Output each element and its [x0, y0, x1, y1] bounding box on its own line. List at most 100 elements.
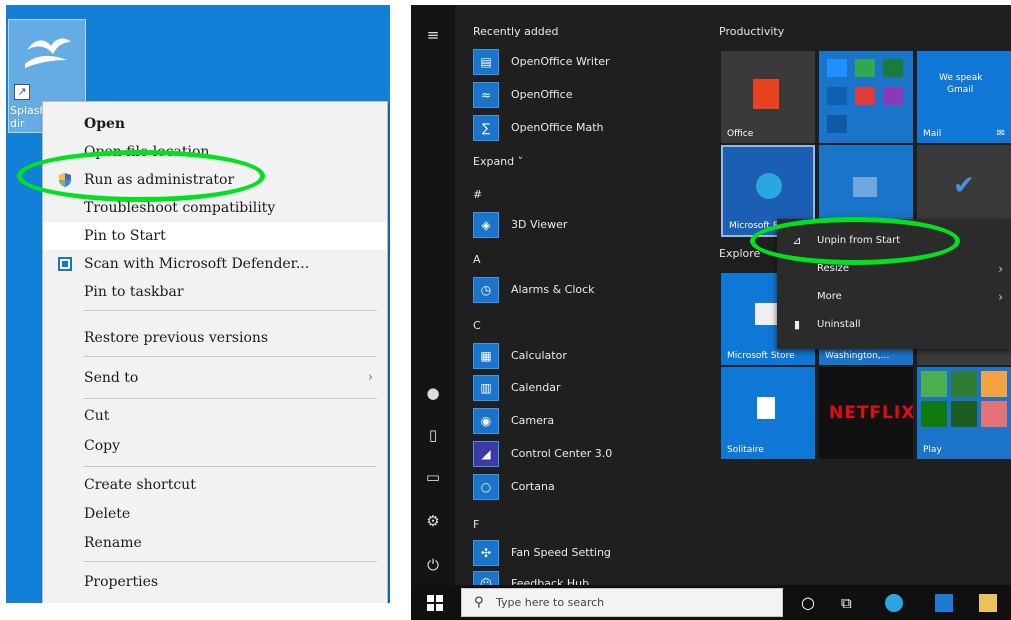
solitaire-card-icon	[757, 397, 775, 419]
calendar-icon: ▥	[473, 375, 499, 401]
app-list-item[interactable]: ◉ Camera	[473, 406, 703, 436]
mail-envelope-icon: ✉	[996, 128, 1005, 139]
app-name: OpenOffice Math	[511, 121, 604, 134]
app-list-item[interactable]: ◈ 3D Viewer	[473, 210, 703, 240]
office-tile[interactable]: Office	[721, 51, 815, 143]
power-icon[interactable]: ⏻	[423, 555, 443, 575]
app-list-item[interactable]: ◢ Control Center 3.0	[473, 439, 703, 469]
documents-icon[interactable]: ▯	[423, 425, 443, 445]
tile-label: Office	[727, 129, 754, 139]
mini-app-icon	[827, 59, 847, 77]
app-list-item[interactable]: ▦ Calculator	[473, 341, 703, 371]
xbox-icon	[921, 401, 947, 427]
menu-item-label: Pin to taskbar	[84, 284, 184, 300]
menu-item-label: Properties	[84, 574, 159, 590]
app-name: Fan Speed Setting	[511, 546, 611, 559]
app-name: 3D Viewer	[511, 218, 568, 231]
cortana-circle-icon[interactable]: ○	[801, 594, 819, 612]
menu-item-send-to[interactable]: Send to ›	[43, 364, 387, 392]
menu-item-label: Copy	[84, 438, 121, 454]
edge-taskbar-icon[interactable]	[885, 594, 903, 612]
menu-item-scan-defender[interactable]: Scan with Microsoft Defender...	[43, 250, 387, 278]
app-name: OpenOffice	[511, 88, 573, 101]
mini-app-icon	[883, 87, 903, 105]
mail-taskbar-icon[interactable]	[935, 594, 953, 612]
menu-item-label: More	[817, 291, 842, 302]
menu-item-pin-to-start[interactable]: Pin to Start	[43, 222, 387, 250]
tile-label: Play	[923, 445, 942, 455]
menu-item-cut[interactable]: Cut	[43, 402, 387, 430]
explore-header: Explore	[719, 247, 761, 260]
store-bag-icon	[755, 303, 777, 325]
recently-added-header: Recently added	[473, 25, 559, 38]
menu-item-rename[interactable]: Rename	[43, 529, 387, 557]
taskbar: ⚲ Type here to search ○ ⧉	[411, 585, 1011, 620]
menu-item-label: Restore previous versions	[84, 330, 269, 346]
menu-item-label: Rename	[84, 535, 142, 551]
game-thumb-icon	[921, 371, 947, 397]
app-list-item[interactable]: ○ Cortana	[473, 472, 703, 502]
game-thumb-icon	[951, 371, 977, 397]
expand-link[interactable]: Expand ˅	[473, 155, 523, 168]
3d-viewer-icon: ◈	[473, 212, 499, 238]
menu-separator	[83, 310, 377, 311]
menu-item-create-shortcut[interactable]: Create shortcut	[43, 471, 387, 499]
menu-item-copy[interactable]: Copy	[43, 432, 387, 460]
netflix-logo: NETFLIX	[829, 403, 916, 423]
menu-separator	[83, 466, 377, 467]
camera-icon: ◉	[473, 408, 499, 434]
app-list-item[interactable]: ◷ Alarms & Clock	[473, 275, 703, 305]
pictures-icon[interactable]: ▭	[423, 467, 443, 487]
control-center-icon: ◢	[473, 441, 499, 467]
app-list-item[interactable]: ▤ OpenOffice Writer	[473, 47, 703, 77]
section-letter[interactable]: C	[473, 319, 481, 332]
menu-separator	[83, 561, 377, 562]
mail-tile[interactable]: We speak Gmail Mail ✉	[917, 51, 1011, 143]
alarm-clock-icon: ◷	[473, 277, 499, 303]
menu-item-more[interactable]: More ›	[777, 283, 1011, 311]
shortcut-arrow-icon: ↗	[14, 84, 30, 100]
app-list-item[interactable]: ≈ OpenOffice	[473, 80, 703, 110]
app-name: Control Center 3.0	[511, 447, 613, 460]
section-letter[interactable]: #	[473, 188, 482, 201]
taskbar-search-box[interactable]: ⚲ Type here to search	[461, 588, 783, 617]
menu-item-delete[interactable]: Delete	[43, 500, 387, 528]
submenu-chevron-icon: ›	[998, 290, 1003, 304]
settings-gear-icon[interactable]: ⚙	[423, 511, 443, 531]
menu-item-pin-to-taskbar[interactable]: Pin to taskbar	[43, 278, 387, 306]
app-list-item[interactable]: ✣ Fan Speed Setting	[473, 538, 703, 568]
menu-item-label: Delete	[84, 506, 131, 522]
productivity-header: Productivity	[719, 25, 785, 38]
solitaire-tile[interactable]: Solitaire	[721, 367, 815, 459]
app-list-item[interactable]: ▥ Calendar	[473, 373, 703, 403]
menu-item-restore-previous-versions[interactable]: Restore previous versions	[43, 324, 387, 352]
section-letter[interactable]: A	[473, 253, 481, 266]
section-letter[interactable]: F	[473, 518, 479, 531]
app-list-item[interactable]: ∑ OpenOffice Math	[473, 113, 703, 143]
defender-icon	[58, 257, 72, 271]
mini-app-icon	[855, 59, 875, 77]
menu-separator	[83, 398, 377, 399]
mail-tile-text: We speak	[939, 73, 983, 83]
tile-label: Solitaire	[727, 445, 764, 455]
play-tile[interactable]: Play	[917, 367, 1011, 459]
task-view-icon[interactable]: ⧉	[841, 594, 859, 612]
hamburger-menu-icon[interactable]: ≡	[423, 25, 443, 45]
windows-start-icon[interactable]	[427, 595, 443, 611]
menu-item-open[interactable]: Open	[43, 110, 387, 138]
office-logo-icon	[753, 79, 779, 109]
mini-app-icon	[855, 87, 875, 105]
explorer-taskbar-icon[interactable]	[979, 594, 997, 612]
app-name: OpenOffice Writer	[511, 55, 610, 68]
app-name: Camera	[511, 414, 555, 427]
netflix-tile[interactable]: NETFLIX	[819, 367, 916, 459]
user-avatar-icon[interactable]: ●	[423, 383, 443, 403]
tile-label: Mail	[923, 129, 942, 139]
submenu-chevron-icon: ›	[367, 370, 373, 385]
mini-app-icon	[827, 115, 847, 133]
menu-item-properties[interactable]: Properties	[43, 568, 387, 596]
app-name: Alarms & Clock	[511, 283, 595, 296]
menu-item-uninstall[interactable]: ▮ Uninstall	[777, 311, 1011, 339]
submenu-chevron-icon: ›	[998, 262, 1003, 276]
app-folder-tile[interactable]	[819, 51, 913, 143]
